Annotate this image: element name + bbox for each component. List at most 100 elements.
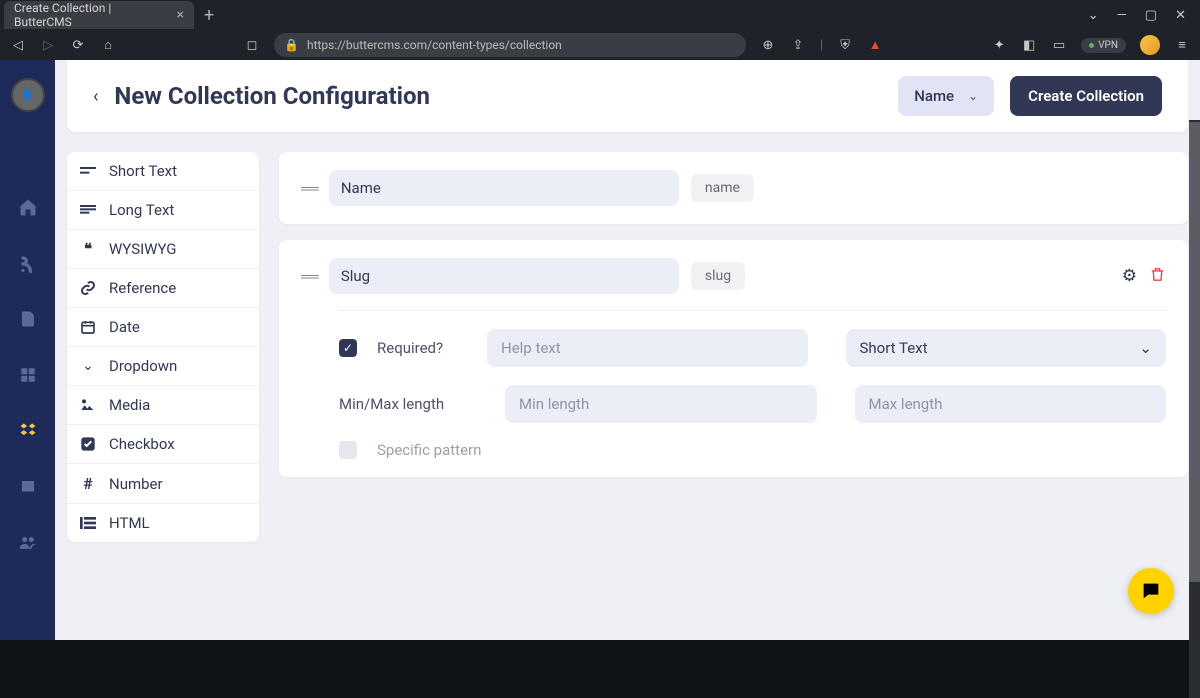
minimize-icon[interactable]: — xyxy=(1117,8,1127,23)
lock-icon: 🔒 xyxy=(284,38,299,52)
home-nav-icon[interactable] xyxy=(17,196,39,218)
fieldtype-dropdown[interactable]: ⌄ Dropdown xyxy=(67,347,259,386)
field-card-slug: ══ slug ⚙ ✓ Required? xyxy=(279,240,1188,477)
bookmark-icon[interactable]: ◻ xyxy=(244,37,260,53)
fieldtype-date[interactable]: Date xyxy=(67,308,259,347)
fieldtype-label: Number xyxy=(109,475,163,493)
hash-icon: # xyxy=(79,474,97,493)
page-title: New Collection Configuration xyxy=(114,82,430,110)
panel-icon[interactable]: ◧ xyxy=(1021,37,1037,53)
chevron-down-icon: ⌄ xyxy=(1139,339,1152,357)
drag-handle-icon[interactable]: ══ xyxy=(301,180,317,197)
cal-icon xyxy=(79,319,97,335)
fieldtype-short-text[interactable]: Short Text xyxy=(67,152,259,191)
fieldtype-long-text[interactable]: Long Text xyxy=(67,191,259,230)
pattern-checkbox[interactable] xyxy=(339,441,357,459)
chevron-down-icon: ⌄ xyxy=(968,89,978,103)
profile-avatar[interactable] xyxy=(1140,35,1160,55)
name-dropdown[interactable]: Name ⌄ xyxy=(898,76,994,116)
media-nav-icon[interactable] xyxy=(17,476,39,498)
fieldtype-reference[interactable]: Reference xyxy=(67,269,259,308)
field-name-input[interactable] xyxy=(329,170,679,206)
chat-button[interactable] xyxy=(1128,568,1174,614)
page-header: ‹ New Collection Configuration Name ⌄ Cr… xyxy=(67,60,1188,132)
maximize-icon[interactable]: ▢ xyxy=(1145,8,1157,23)
share-icon[interactable]: ⇪ xyxy=(790,37,806,53)
extension-icon[interactable]: ✦ xyxy=(991,37,1007,53)
short-icon xyxy=(79,167,97,175)
html-icon xyxy=(79,517,97,529)
browser-chrome: Create Collection | ButterCMS × + ⌄ — ▢ … xyxy=(0,0,1200,60)
sidenav: 👤 xyxy=(0,60,55,640)
required-label: Required? xyxy=(377,339,457,357)
back-icon[interactable]: ◁ xyxy=(10,37,26,53)
scrollbar[interactable] xyxy=(1189,120,1200,698)
url-bar[interactable]: 🔒 https://buttercms.com/content-types/co… xyxy=(274,33,746,57)
forward-icon[interactable]: ▷ xyxy=(40,37,56,53)
new-tab-button[interactable]: + xyxy=(204,5,214,26)
close-tab-icon[interactable]: × xyxy=(177,7,184,23)
create-collection-button[interactable]: Create Collection xyxy=(1010,76,1162,116)
field-type-select[interactable]: Short Text ⌄ xyxy=(846,329,1167,367)
brave-icon[interactable]: ▲ xyxy=(867,37,883,53)
pattern-label: Specific pattern xyxy=(377,441,481,459)
field-builder: ══ name ══ slug ⚙ xyxy=(279,152,1188,477)
wallet-icon[interactable]: ▭ xyxy=(1051,37,1067,53)
media-icon xyxy=(79,398,97,411)
fieldtype-label: Short Text xyxy=(109,162,177,180)
fieldtype-label: HTML xyxy=(109,514,150,532)
scrollbar-thumb[interactable] xyxy=(1189,122,1200,582)
content-area: ‹ New Collection Configuration Name ⌄ Cr… xyxy=(55,60,1200,640)
user-avatar[interactable]: 👤 xyxy=(11,78,45,112)
fieldtype-label: Checkbox xyxy=(109,435,175,453)
link-icon xyxy=(79,280,97,296)
fieldtype-media[interactable]: Media xyxy=(67,386,259,425)
menu-icon[interactable]: ≡ xyxy=(1174,37,1190,53)
help-text-input[interactable] xyxy=(487,329,808,367)
quote-icon: ❝ xyxy=(79,240,97,258)
users-nav-icon[interactable] xyxy=(17,532,39,554)
nav-bar: ◁ ▷ ⟳ ⌂ ◻ 🔒 https://buttercms.com/conten… xyxy=(0,30,1200,60)
shield-icon[interactable]: ⛨ xyxy=(837,37,853,53)
required-checkbox[interactable]: ✓ xyxy=(339,339,357,357)
url-text: https://buttercms.com/content-types/coll… xyxy=(307,38,562,52)
vpn-badge[interactable]: VPN xyxy=(1081,38,1126,53)
check-icon xyxy=(79,436,97,452)
field-name-input[interactable] xyxy=(329,258,679,294)
pages-nav-icon[interactable] xyxy=(17,308,39,330)
browser-tab[interactable]: Create Collection | ButterCMS × xyxy=(4,1,194,29)
field-slug-badge: slug xyxy=(691,262,745,290)
drag-handle-icon[interactable]: ══ xyxy=(301,268,317,285)
app-root: 👤 ‹ New Collection Configuration Name ⌄ … xyxy=(0,60,1200,640)
long-icon xyxy=(79,205,97,214)
chevron-down-icon[interactable]: ⌄ xyxy=(1088,8,1099,23)
home-icon[interactable]: ⌂ xyxy=(100,37,116,53)
chev-icon: ⌄ xyxy=(79,358,97,374)
blog-nav-icon[interactable] xyxy=(17,252,39,274)
window-controls: ⌄ — ▢ ✕ xyxy=(1088,8,1200,23)
fieldtype-label: Dropdown xyxy=(109,357,177,375)
gear-icon[interactable]: ⚙ xyxy=(1122,266,1137,286)
fieldtype-wysiwyg[interactable]: ❝ WYSIWYG xyxy=(67,230,259,269)
fieldtype-label: Reference xyxy=(109,279,176,297)
fieldtype-html[interactable]: HTML xyxy=(67,504,259,542)
fieldtype-checkbox[interactable]: Checkbox xyxy=(67,425,259,464)
length-label: Min/Max length xyxy=(339,395,457,413)
collections-nav-icon[interactable] xyxy=(17,420,39,442)
trash-icon[interactable] xyxy=(1149,266,1166,287)
fieldtype-label: Date xyxy=(109,318,140,336)
fieldtype-number[interactable]: # Number xyxy=(67,464,259,504)
builder-body: Short Text Long Text ❝ WYSIWYG Reference Date… xyxy=(55,132,1200,640)
tab-bar: Create Collection | ButterCMS × + ⌄ — ▢ … xyxy=(0,0,1200,30)
field-type-list: Short Text Long Text ❝ WYSIWYG Reference Date… xyxy=(67,152,259,542)
max-length-input[interactable] xyxy=(855,385,1167,423)
fieldtype-label: WYSIWYG xyxy=(109,240,177,258)
min-length-input[interactable] xyxy=(505,385,817,423)
field-card-name: ══ name xyxy=(279,152,1188,224)
field-slug-badge: name xyxy=(691,174,754,202)
back-button[interactable]: ‹ xyxy=(93,86,98,107)
reload-icon[interactable]: ⟳ xyxy=(70,37,86,53)
close-window-icon[interactable]: ✕ xyxy=(1175,8,1186,23)
grid-nav-icon[interactable] xyxy=(17,364,39,386)
zoom-icon[interactable]: ⊕ xyxy=(760,37,776,53)
